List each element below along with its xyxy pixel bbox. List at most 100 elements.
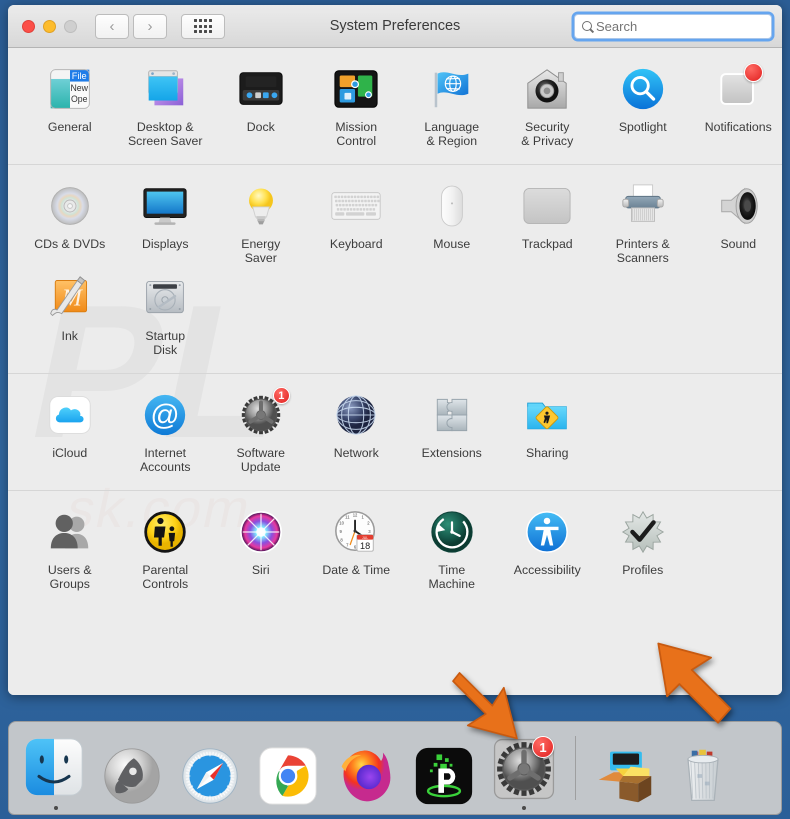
close-button[interactable] bbox=[22, 19, 35, 33]
accessibility-icon bbox=[522, 507, 572, 557]
pref-item-displays[interactable]: Displays bbox=[118, 179, 214, 271]
preference-row: CDs & DVDs Displays Energy Saver Keyboard bbox=[22, 179, 768, 271]
pref-item-label: Printers & Scanners bbox=[615, 237, 670, 265]
svg-text:11: 11 bbox=[345, 515, 350, 520]
parental-controls-icon bbox=[140, 507, 190, 557]
preference-row: Users & Groups Parental Controls Siri 12 3 6… bbox=[22, 505, 768, 597]
pref-item-cds-dvds[interactable]: CDs & DVDs bbox=[22, 179, 118, 271]
icloud-icon bbox=[45, 390, 95, 440]
pref-item-label: Mouse bbox=[433, 237, 471, 251]
pref-item-mouse[interactable]: Mouse bbox=[404, 179, 500, 271]
pref-item-label: Notifications bbox=[704, 120, 772, 134]
badge: 1 bbox=[272, 387, 290, 404]
ipvanish-icon bbox=[414, 746, 478, 810]
search-field[interactable] bbox=[574, 13, 772, 39]
pref-item-label: CDs & DVDs bbox=[34, 237, 106, 251]
chrome-icon bbox=[258, 746, 322, 810]
pref-item-ink[interactable]: M Ink bbox=[22, 271, 118, 363]
preference-panes-area: PL sk.com File New Ope General Desktop &… bbox=[8, 48, 782, 695]
software-update-icon: 1 bbox=[236, 387, 290, 440]
sound-icon bbox=[713, 181, 763, 231]
pref-item-software-update[interactable]: 1 Software Update bbox=[213, 387, 309, 480]
internet-accounts-icon: @ bbox=[140, 390, 190, 440]
mission-control-icon bbox=[331, 64, 381, 114]
dock-item-chrome[interactable] bbox=[257, 726, 323, 810]
arrow-pointing-to-profiles bbox=[657, 642, 732, 724]
pref-item-security-privacy[interactable]: Security & Privacy bbox=[500, 62, 596, 154]
launchpad-icon bbox=[102, 746, 166, 810]
pref-item-printers-scanners[interactable]: Printers & Scanners bbox=[595, 179, 691, 271]
pref-item-internet-accounts[interactable]: @ Internet Accounts bbox=[118, 388, 214, 480]
pref-item-mission-control[interactable]: Mission Control bbox=[309, 62, 405, 154]
pref-item-dock[interactable]: Dock bbox=[213, 62, 309, 154]
pref-item-label: Keyboard bbox=[329, 237, 383, 251]
running-indicator bbox=[54, 806, 58, 810]
pref-item-network[interactable]: Network bbox=[309, 388, 405, 480]
dock-item-finder[interactable] bbox=[23, 726, 89, 810]
pref-item-general[interactable]: File New Ope General bbox=[22, 62, 118, 154]
pref-item-siri[interactable]: Siri bbox=[213, 505, 309, 597]
pref-item-profiles[interactable]: Profiles bbox=[595, 505, 691, 597]
dock: 1 bbox=[8, 721, 782, 815]
traffic-lights bbox=[22, 19, 77, 33]
back-button[interactable]: ‹ bbox=[95, 13, 129, 39]
pref-item-label: Desktop & Screen Saver bbox=[127, 120, 203, 148]
pref-item-label: Spotlight bbox=[618, 120, 667, 134]
dock-item-downloads-stack[interactable] bbox=[594, 726, 660, 810]
profiles-icon bbox=[618, 507, 668, 557]
forward-button[interactable]: › bbox=[133, 13, 167, 39]
dock-item-trash[interactable] bbox=[672, 726, 738, 810]
pref-item-label: Date & Time bbox=[322, 563, 391, 577]
dock-item-launchpad[interactable] bbox=[101, 726, 167, 810]
pref-item-label: Energy Saver bbox=[241, 237, 281, 265]
pref-item-energy-saver[interactable]: Energy Saver bbox=[213, 179, 309, 271]
extensions-icon bbox=[427, 390, 477, 440]
pref-item-sound[interactable]: Sound bbox=[691, 179, 783, 271]
pref-item-spotlight[interactable]: Spotlight bbox=[595, 62, 691, 154]
dock-separator bbox=[575, 736, 576, 800]
pref-item-label: General bbox=[47, 120, 92, 134]
preference-section-personal: File New Ope General Desktop & Screen Sav… bbox=[8, 48, 782, 164]
pref-item-label: Ink bbox=[61, 329, 78, 343]
preference-section-internet-wireless: iCloud @ Internet Accounts 1 Software Update… bbox=[8, 373, 782, 490]
pref-item-trackpad[interactable]: Trackpad bbox=[500, 179, 596, 271]
grid-icon bbox=[193, 19, 213, 33]
pref-item-notifications[interactable]: Notifications bbox=[691, 62, 783, 154]
pref-item-startup-disk[interactable]: Startup Disk bbox=[118, 271, 214, 363]
pref-item-label: Extensions bbox=[421, 446, 482, 460]
pref-item-sharing[interactable]: Sharing bbox=[500, 388, 596, 480]
zoom-button[interactable] bbox=[64, 19, 77, 33]
network-icon bbox=[331, 390, 381, 440]
date-time-icon: 12369 1245 781011 JUL 18 bbox=[331, 507, 381, 557]
users-groups-icon bbox=[45, 507, 95, 557]
pref-item-parental-controls[interactable]: Parental Controls bbox=[118, 505, 214, 597]
pref-item-label: Dock bbox=[246, 120, 275, 134]
pref-item-label: Sound bbox=[720, 237, 757, 251]
pref-item-date-time[interactable]: 12369 1245 781011 JUL 18 Date & Time bbox=[309, 505, 405, 597]
pref-item-label: Security & Privacy bbox=[521, 120, 574, 148]
preference-section-system: Users & Groups Parental Controls Siri 12 3 6… bbox=[8, 490, 782, 607]
dock-item-safari[interactable] bbox=[179, 726, 245, 810]
time-machine-icon bbox=[427, 507, 477, 557]
pref-item-label: Language & Region bbox=[424, 120, 480, 148]
pref-item-label: Network bbox=[333, 446, 379, 460]
minimize-button[interactable] bbox=[43, 19, 56, 33]
preference-row: iCloud @ Internet Accounts 1 Software Update… bbox=[22, 387, 768, 480]
pref-item-users-groups[interactable]: Users & Groups bbox=[22, 505, 118, 597]
pref-item-desktop-screen-saver[interactable]: Desktop & Screen Saver bbox=[118, 62, 214, 154]
dock-item-firefox[interactable] bbox=[335, 726, 401, 810]
sharing-icon bbox=[522, 390, 572, 440]
pref-item-time-machine[interactable]: Time Machine bbox=[404, 505, 500, 597]
pref-item-keyboard[interactable]: Keyboard bbox=[309, 179, 405, 271]
displays-icon bbox=[140, 181, 190, 231]
search-input[interactable] bbox=[596, 18, 764, 34]
pref-item-language-region[interactable]: Language & Region bbox=[404, 62, 500, 154]
pref-item-accessibility[interactable]: Accessibility bbox=[500, 505, 596, 597]
pref-item-icloud[interactable]: iCloud bbox=[22, 388, 118, 480]
pref-item-label: Software Update bbox=[236, 446, 286, 474]
svg-text:12: 12 bbox=[353, 513, 358, 518]
preference-section-hardware: CDs & DVDs Displays Energy Saver Keyboard bbox=[8, 164, 782, 373]
spotlight-icon bbox=[618, 64, 668, 114]
pref-item-extensions[interactable]: Extensions bbox=[404, 388, 500, 480]
show-all-button[interactable] bbox=[181, 13, 225, 39]
